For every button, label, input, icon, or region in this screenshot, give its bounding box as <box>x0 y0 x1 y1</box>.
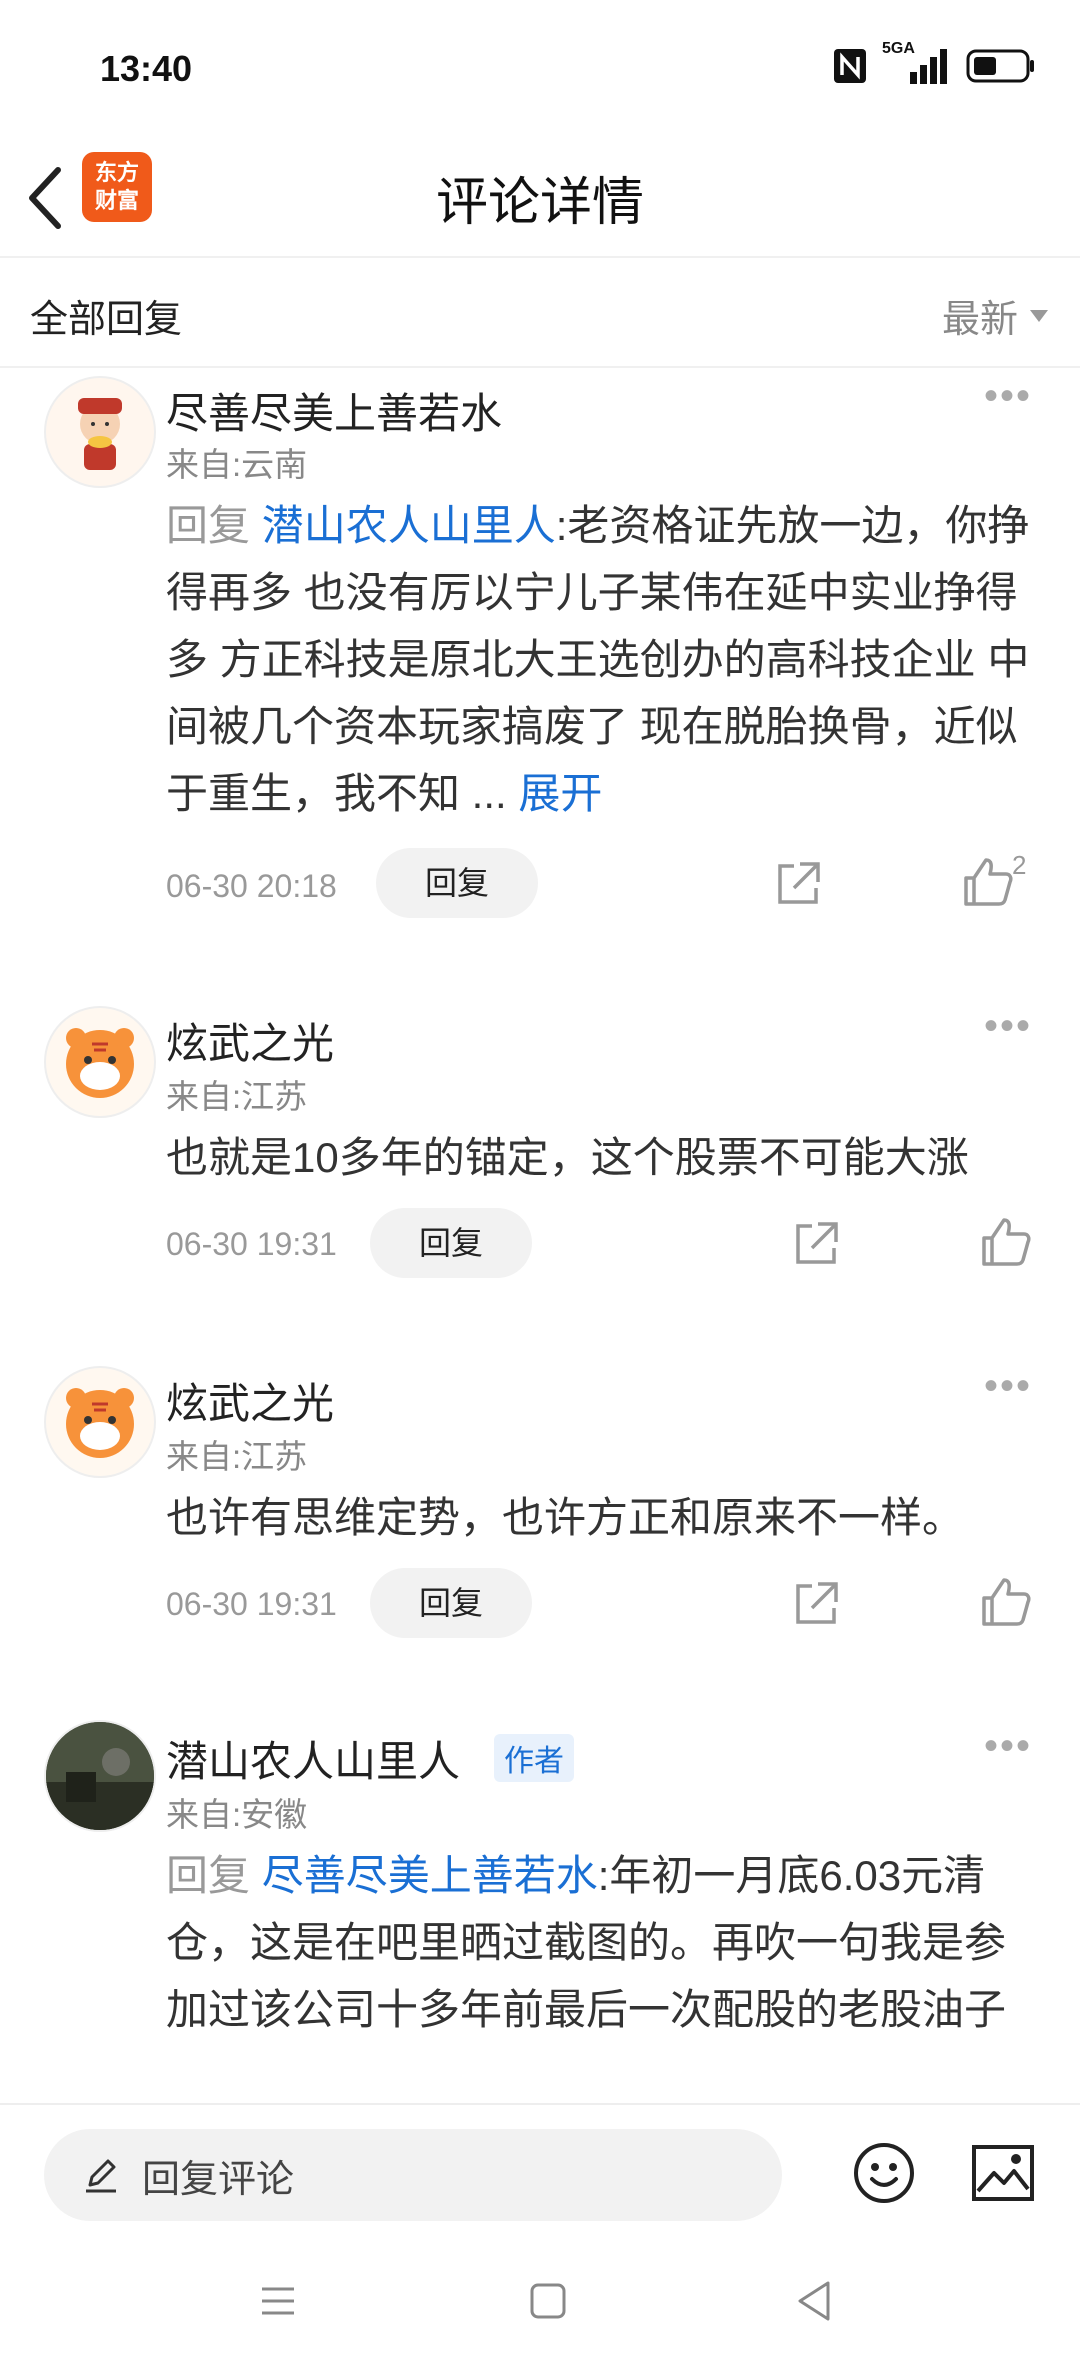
comment-item: 炫武之光 ••• 来自:江苏 也许有思维定势，也许方正和原来不一样。 06-30… <box>0 1360 1080 1700</box>
reply-button[interactable]: 回复 <box>376 848 538 918</box>
back-nav-icon[interactable] <box>794 2279 834 2323</box>
avatar[interactable] <box>44 1006 156 1118</box>
status-icons: 5GA <box>832 40 1036 86</box>
comment-body: 也许有思维定势，也许方正和原来不一样。 <box>166 1494 965 1541</box>
comment-item: 潜山农人山里人 作者 ••• 来自:安徽 回复 尽善尽美上善若水:年初一月底6.… <box>0 1720 1080 2103</box>
image-icon[interactable] <box>970 2143 1036 2203</box>
pencil-icon <box>86 2159 116 2193</box>
share-icon[interactable] <box>788 1216 844 1272</box>
avatar[interactable] <box>44 376 156 488</box>
home-icon[interactable] <box>528 2281 568 2321</box>
user-name[interactable]: 尽善尽美上善若水 <box>166 380 502 441</box>
like-count: 2 <box>1012 850 1027 880</box>
comment-body: 也就是10多年的锚定，这个股票不可能大涨 <box>166 1134 969 1181</box>
share-icon[interactable] <box>770 856 826 912</box>
comment-time: 06-30 19:31 <box>166 1586 337 1622</box>
signal-icon: 5GA <box>882 40 952 86</box>
comment-time: 06-30 20:18 <box>166 868 337 904</box>
share-icon[interactable] <box>788 1576 844 1632</box>
user-name[interactable]: 炫武之光 <box>166 1010 334 1071</box>
origin-label: 来自:江苏 <box>166 1438 308 1475</box>
user-name[interactable]: 炫武之光 <box>166 1370 334 1431</box>
avatar[interactable] <box>44 1720 156 1832</box>
system-nav-bar <box>0 2233 1080 2373</box>
comment-time: 06-30 19:31 <box>166 1226 337 1262</box>
reply-prefix: 回复 <box>166 1852 251 1899</box>
reply-button[interactable]: 回复 <box>370 1208 532 1278</box>
more-options-button[interactable]: ••• <box>984 1364 1032 1409</box>
triangle-down-icon <box>1030 309 1048 322</box>
reply-input[interactable]: 回复评论 <box>44 2129 782 2221</box>
bottom-bar: 回复评论 <box>0 2103 1080 2235</box>
more-options-button[interactable]: ••• <box>984 374 1032 419</box>
comment-text: 回复 潜山农人山里人:老资格证先放一边，你挣得再多 也没有厉以宁儿子某伟在延中实… <box>166 492 1036 827</box>
sort-dropdown[interactable]: 最新 <box>942 288 1050 343</box>
author-badge: 作者 <box>494 1734 574 1782</box>
thumbs-up-icon[interactable] <box>978 1574 1034 1630</box>
avatar[interactable] <box>44 1366 156 1478</box>
more-options-button[interactable]: ••• <box>984 1724 1032 1769</box>
nfc-icon <box>834 49 866 83</box>
comment-item: 炫武之光 ••• 来自:江苏 也就是10多年的锚定，这个股票不可能大涨 06-3… <box>0 1000 1080 1340</box>
thumbs-up-icon[interactable] <box>960 854 1016 910</box>
user-name[interactable]: 潜山农人山里人 <box>166 1728 460 1789</box>
header: 东方 财富 评论详情 <box>0 140 1080 258</box>
comment-text: 回复 尽善尽美上善若水:年初一月底6.03元清仓，这是在吧里晒过截图的。再吹一句… <box>166 1842 1036 2043</box>
menu-icon[interactable] <box>258 2281 298 2321</box>
status-time: 13:40 <box>100 48 193 89</box>
reply-target-link[interactable]: 潜山农人山里人 <box>262 502 556 549</box>
sort-label: 最新 <box>941 299 1018 341</box>
filter-bar: 全部回复 最新 <box>0 256 1080 368</box>
page-title: 评论详情 <box>435 174 644 232</box>
origin-label: 来自:江苏 <box>166 1078 308 1115</box>
reply-prefix: 回复 <box>166 502 251 549</box>
origin-label: 来自:安徽 <box>166 1796 308 1833</box>
battery-icon <box>966 49 1034 83</box>
thumbs-up-icon[interactable] <box>978 1214 1034 1270</box>
comment-item: 尽善尽美上善若水 ••• 来自:云南 回复 潜山农人山里人:老资格证先放一边，你… <box>0 368 1080 978</box>
network-label: 5GA <box>882 40 915 57</box>
reply-placeholder: 回复评论 <box>142 2158 295 2201</box>
reply-button[interactable]: 回复 <box>370 1568 532 1638</box>
all-replies-label: 全部回复 <box>30 299 183 341</box>
emoji-icon[interactable] <box>852 2141 916 2205</box>
origin-label: 来自:云南 <box>166 446 308 483</box>
expand-link[interactable]: 展开 <box>518 770 602 817</box>
reply-target-link[interactable]: 尽善尽美上善若水 <box>262 1852 598 1899</box>
more-options-button[interactable]: ••• <box>984 1004 1032 1049</box>
